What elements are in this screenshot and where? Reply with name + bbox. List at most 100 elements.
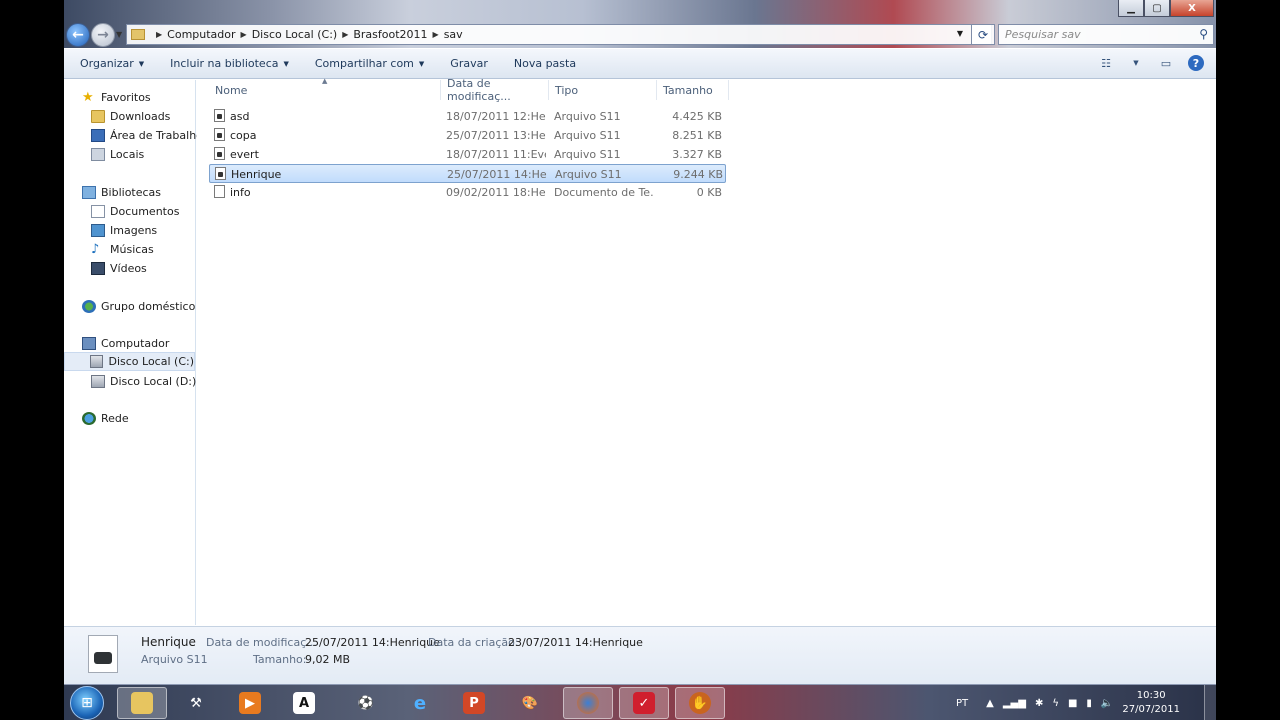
- bluetooth-icon[interactable]: ✱: [1035, 698, 1043, 709]
- search-icon[interactable]: ⚲: [1199, 27, 1208, 41]
- breadcrumb-brasfoot2011[interactable]: Brasfoot2011: [353, 28, 427, 41]
- file-row-copa[interactable]: copa 25/07/2011 13:He... Arquivo S11 8.2…: [209, 126, 726, 145]
- column-header-size[interactable]: Tamanho: [657, 80, 729, 100]
- battery-icon[interactable]: ▮: [1086, 698, 1092, 709]
- include-library-label: Incluir na biblioteca: [170, 57, 279, 70]
- back-button[interactable]: ←: [66, 23, 90, 47]
- taskbar-game[interactable]: ✋: [675, 687, 725, 719]
- share-button[interactable]: Compartilhar com ▼: [307, 51, 432, 77]
- show-desktop-button[interactable]: [1204, 685, 1216, 720]
- sidebar-item-favorites[interactable]: ★ Favoritos: [82, 88, 151, 107]
- breadcrumb-computador[interactable]: Computador: [167, 28, 235, 41]
- taskbar-internet-explorer[interactable]: e: [395, 687, 445, 719]
- taskbar-paint[interactable]: 🎨: [505, 687, 555, 719]
- chevron-right-icon[interactable]: ▶: [342, 30, 348, 39]
- taskbar-powerpoint[interactable]: P: [449, 687, 499, 719]
- column-header-name[interactable]: Nome: [209, 80, 441, 100]
- arrow-right-icon: →: [97, 27, 109, 43]
- volume-icon[interactable]: 🔈: [1101, 698, 1113, 709]
- chevron-right-icon[interactable]: ▶: [241, 30, 247, 39]
- flash-icon[interactable]: ϟ: [1052, 698, 1059, 709]
- sidebar-item-drive-c[interactable]: Disco Local (C:): [64, 352, 195, 371]
- hard-drive-icon: [91, 375, 105, 388]
- sidebar-item-places[interactable]: Locais: [91, 145, 144, 164]
- recent-pages-dropdown[interactable]: ▼: [116, 30, 122, 39]
- details-size-value: 9,02 MB: [305, 653, 351, 666]
- file-size: 8.251 KB: [672, 129, 722, 142]
- close-button[interactable]: X: [1170, 0, 1214, 17]
- network-icon: [82, 412, 96, 425]
- address-dropdown-icon[interactable]: ▼: [957, 29, 963, 38]
- windows-logo-icon: ⊞: [81, 695, 93, 711]
- chevron-right-icon[interactable]: ▶: [156, 30, 162, 39]
- taskbar-explorer[interactable]: [117, 687, 167, 719]
- chevron-down-icon[interactable]: ▼: [1128, 55, 1144, 71]
- details-file-name: Henrique: [141, 635, 196, 649]
- minimize-button[interactable]: ▁: [1118, 0, 1144, 17]
- sidebar-item-drive-d[interactable]: Disco Local (D:): [91, 372, 196, 391]
- clock[interactable]: 10:30 27/07/2011: [1122, 689, 1180, 717]
- sidebar-item-documents[interactable]: Documentos: [91, 202, 179, 221]
- paint-palette-icon: 🎨: [521, 695, 539, 711]
- sidebar-item-label: Documentos: [110, 205, 180, 218]
- soccer-ball-icon: ⚽: [357, 695, 375, 711]
- taskbar-tool[interactable]: ⚒: [171, 687, 221, 719]
- help-icon[interactable]: ?: [1188, 55, 1204, 71]
- file-type: Documento de Te...: [554, 186, 654, 199]
- taskbar: ⊞ ⚒ ▶ A ⚽ e P 🎨 ✓ ✋ PT ▲ ▂▄▆ ✱ ϟ ■ ▮ 🔈 1…: [64, 684, 1216, 720]
- show-hidden-icons-icon[interactable]: ▲: [986, 698, 994, 709]
- file-type: Arquivo S11: [555, 168, 622, 181]
- details-pane: Henrique Arquivo S11 Data de modificaç..…: [64, 626, 1216, 684]
- taskbar-font-app[interactable]: A: [279, 687, 329, 719]
- sidebar-item-network[interactable]: Rede: [82, 409, 129, 428]
- breadcrumb-sav[interactable]: sav: [444, 28, 463, 41]
- file-date: 09/02/2011 18:He...: [446, 186, 546, 199]
- start-button[interactable]: ⊞: [70, 686, 104, 720]
- sidebar-item-downloads[interactable]: Downloads: [91, 107, 170, 126]
- maximize-button[interactable]: ▢: [1144, 0, 1170, 17]
- taskbar-firefox[interactable]: [563, 687, 613, 719]
- sidebar-item-libraries[interactable]: Bibliotecas: [82, 183, 161, 202]
- chevron-right-icon[interactable]: ▶: [433, 30, 439, 39]
- powerpoint-icon: P: [463, 692, 485, 714]
- file-row-henrique[interactable]: Henrique 25/07/2011 14:He... Arquivo S11…: [209, 164, 726, 183]
- text-file-icon: [214, 185, 225, 198]
- column-header-type[interactable]: Tipo: [549, 80, 657, 100]
- details-file-type: Arquivo S11: [141, 653, 208, 666]
- view-options-icon[interactable]: ☷: [1098, 55, 1114, 71]
- preview-pane-icon[interactable]: ▭: [1158, 55, 1174, 71]
- signal-icon[interactable]: ▂▄▆: [1003, 698, 1026, 709]
- letterbox-right: [1216, 0, 1280, 720]
- address-bar[interactable]: ▶ Computador ▶ Disco Local (C:) ▶ Brasfoot…: [126, 24, 992, 45]
- new-folder-button[interactable]: Nova pasta: [506, 51, 584, 77]
- taskbar-brasfoot[interactable]: ⚽: [341, 687, 391, 719]
- column-header-date[interactable]: Data de modificaç...: [441, 77, 549, 103]
- refresh-button[interactable]: ⟳: [971, 24, 995, 45]
- file-row-evert[interactable]: evert 18/07/2011 11:Eve... Arquivo S11 3…: [209, 145, 726, 164]
- sidebar-item-music[interactable]: ♪ Músicas: [91, 240, 154, 259]
- burn-button[interactable]: Gravar: [442, 51, 496, 77]
- sidebar-item-desktop[interactable]: Área de Trabalho: [91, 126, 203, 145]
- taskbar-avira[interactable]: ✓: [619, 687, 669, 719]
- taskbar-media-player[interactable]: ▶: [225, 687, 275, 719]
- sidebar-item-label: Downloads: [110, 110, 171, 123]
- file-list: ▲ Nome Data de modificaç... Tipo Tamanho…: [197, 77, 1216, 625]
- forward-button[interactable]: →: [91, 23, 115, 47]
- language-indicator[interactable]: PT: [956, 698, 968, 709]
- breadcrumb-disco-c[interactable]: Disco Local (C:): [252, 28, 338, 41]
- sidebar-item-homegroup[interactable]: Grupo doméstico: [82, 297, 195, 316]
- sidebar-item-label: Grupo doméstico: [101, 300, 196, 313]
- folder-icon: [131, 29, 145, 40]
- sidebar-item-videos[interactable]: Vídeos: [91, 259, 147, 278]
- search-input[interactable]: Pesquisar sav ⚲: [998, 24, 1214, 45]
- security-icon[interactable]: ■: [1068, 698, 1077, 709]
- file-row-info[interactable]: info 09/02/2011 18:He... Documento de Te…: [209, 183, 726, 202]
- organize-button[interactable]: Organizar ▼: [72, 51, 152, 77]
- file-row-asd[interactable]: asd 18/07/2011 12:He... Arquivo S11 4.42…: [209, 107, 726, 126]
- file-name: evert: [230, 148, 259, 161]
- avira-icon: ✓: [633, 692, 655, 714]
- include-library-button[interactable]: Incluir na biblioteca ▼: [162, 51, 297, 77]
- sidebar-item-images[interactable]: Imagens: [91, 221, 157, 240]
- sidebar-item-computer[interactable]: Computador: [82, 334, 169, 353]
- system-tray: PT ▲ ▂▄▆ ✱ ϟ ■ ▮ 🔈 10:30 27/07/2011: [956, 685, 1216, 720]
